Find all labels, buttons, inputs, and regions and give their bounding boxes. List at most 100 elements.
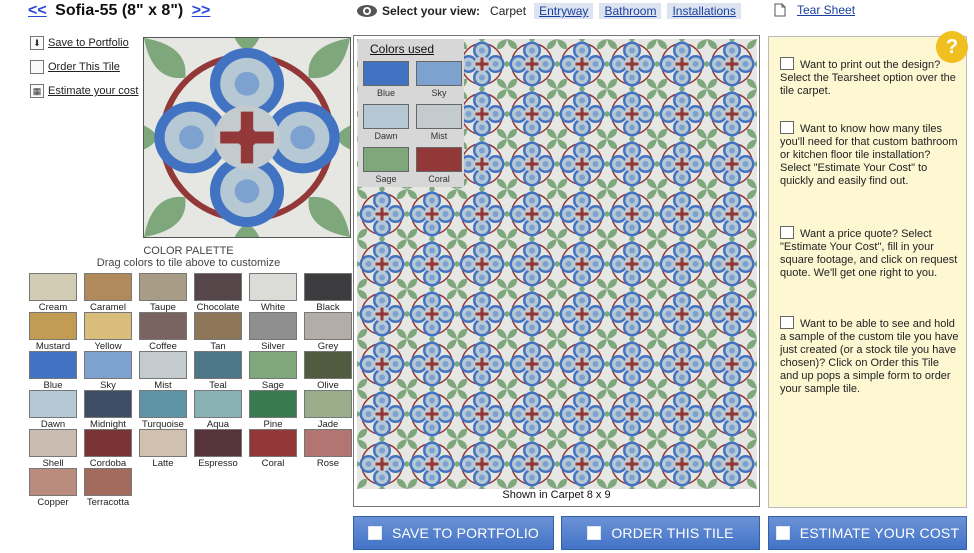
view-tab-bathroom[interactable]: Bathroom [599, 3, 662, 19]
swatch-terracotta[interactable]: Terracotta [83, 468, 133, 508]
swatch-label: Terracotta [86, 497, 130, 508]
save-to-portfolio-button-label: SAVE TO PORTFOLIO [391, 525, 540, 541]
swatch-color [194, 390, 242, 418]
color-palette-header: COLOR PALETTE Drag colors to tile above … [20, 245, 357, 269]
swatch-color [29, 390, 77, 418]
swatch-blue[interactable]: Blue [28, 351, 78, 391]
swatch-mist[interactable]: Mist [138, 351, 188, 391]
used-color-blue[interactable]: Blue [362, 61, 410, 98]
swatch-color [84, 273, 132, 301]
swatch-aqua[interactable]: Aqua [193, 390, 243, 430]
view-tab-installations[interactable]: Installations [667, 3, 741, 19]
view-tab-entryway[interactable]: Entryway [534, 3, 594, 19]
used-color-label: Coral [428, 174, 450, 184]
used-color-coral[interactable]: Coral [415, 147, 463, 184]
save-to-portfolio-button[interactable]: SAVE TO PORTFOLIO [353, 516, 554, 550]
color-palette-title: COLOR PALETTE [143, 245, 234, 257]
view-label: Select your view: [382, 4, 481, 18]
swatch-color [304, 390, 352, 418]
swatch-mustard[interactable]: Mustard [28, 312, 78, 352]
calculator-icon [775, 526, 790, 540]
swatch-olive[interactable]: Olive [303, 351, 353, 391]
swatch-latte[interactable]: Latte [138, 429, 188, 469]
swatch-yellow[interactable]: Yellow [83, 312, 133, 352]
calculator-icon: ▦ [30, 84, 44, 98]
price-quote-icon [780, 226, 794, 239]
estimate-cost-label: Estimate your cost [48, 85, 139, 97]
swatch-color [249, 429, 297, 457]
swatch-label: Latte [152, 458, 174, 469]
swatch-dawn[interactable]: Dawn [28, 390, 78, 430]
swatch-copper[interactable]: Copper [28, 468, 78, 508]
order-tile-button[interactable]: ORDER THIS TILE [561, 516, 760, 550]
tip-quote-text: Want a price quote? Select "Estimate You… [780, 228, 958, 279]
used-color-label: Dawn [374, 131, 398, 141]
swatch-color [29, 468, 77, 496]
swatch-white[interactable]: White [248, 273, 298, 313]
used-color-swatch [363, 61, 409, 86]
swatch-jade[interactable]: Jade [303, 390, 353, 430]
calculator-icon [780, 121, 794, 134]
tip-estimate-text: Want to know how many tiles you'll need … [780, 123, 958, 187]
swatch-midnight[interactable]: Midnight [83, 390, 133, 430]
swatch-color [304, 351, 352, 379]
swatch-taupe[interactable]: Taupe [138, 273, 188, 313]
used-color-mist[interactable]: Mist [415, 104, 463, 141]
save-to-portfolio-link[interactable]: ⬇ Save to Portfolio [30, 36, 129, 50]
colors-used-title[interactable]: Colors used [358, 39, 464, 56]
used-color-swatch [363, 147, 409, 172]
swatch-grey[interactable]: Grey [303, 312, 353, 352]
tip-tearsheet: Want to print out the design? Select the… [780, 57, 960, 98]
swatch-espresso[interactable]: Espresso [193, 429, 243, 469]
swatch-color [84, 429, 132, 457]
estimate-cost-link[interactable]: ▦ Estimate your cost [30, 84, 138, 98]
help-icon[interactable]: ? [936, 31, 968, 63]
swatch-color [84, 390, 132, 418]
tear-sheet-label: Tear Sheet [797, 3, 856, 17]
swatch-tan[interactable]: Tan [193, 312, 243, 352]
swatch-cream[interactable]: Cream [28, 273, 78, 313]
swatch-chocolate[interactable]: Chocolate [193, 273, 243, 313]
swatch-cordoba[interactable]: Cordoba [83, 429, 133, 469]
prev-tile-link[interactable]: << [28, 2, 47, 19]
checkbox-icon [30, 60, 44, 74]
swatch-turquoise[interactable]: Turquoise [138, 390, 188, 430]
swatch-teal[interactable]: Teal [193, 351, 243, 391]
save-to-portfolio-label: Save to Portfolio [48, 37, 129, 49]
eye-icon [357, 5, 377, 17]
swatch-sage[interactable]: Sage [248, 351, 298, 391]
carpet-caption: Shown in Carpet 8 x 9 [502, 489, 611, 501]
used-color-sage[interactable]: Sage [362, 147, 410, 184]
tile-nav: << Sofia-55 (8" x 8") >> [28, 2, 210, 20]
used-color-label: Sage [375, 174, 397, 184]
swatch-color [139, 273, 187, 301]
tip-sample-text: Want to be able to see and hold a sample… [780, 318, 959, 395]
tile-preview[interactable] [143, 37, 351, 238]
swatch-sky[interactable]: Sky [83, 351, 133, 391]
tear-sheet-link[interactable]: Tear Sheet [773, 3, 855, 17]
swatch-coffee[interactable]: Coffee [138, 312, 188, 352]
swatch-color [194, 273, 242, 301]
tip-quote: Want a price quote? Select "Estimate You… [780, 226, 960, 280]
swatch-rose[interactable]: Rose [303, 429, 353, 469]
swatch-color [249, 351, 297, 379]
next-tile-link[interactable]: >> [192, 2, 211, 19]
document-icon [780, 57, 794, 70]
swatch-silver[interactable]: Silver [248, 312, 298, 352]
swatch-shell[interactable]: Shell [28, 429, 78, 469]
estimate-cost-button[interactable]: ESTIMATE YOUR COST [768, 516, 967, 550]
swatch-color [84, 351, 132, 379]
swatch-color [139, 390, 187, 418]
used-color-sky[interactable]: Sky [415, 61, 463, 98]
colors-used-panel: Colors used Blue Sky Dawn Mist Sage Coral [358, 39, 464, 187]
swatch-coral[interactable]: Coral [248, 429, 298, 469]
used-color-dawn[interactable]: Dawn [362, 104, 410, 141]
swatch-pine[interactable]: Pine [248, 390, 298, 430]
order-tile-link[interactable]: Order This Tile [30, 60, 120, 74]
swatch-black[interactable]: Black [303, 273, 353, 313]
swatch-caramel[interactable]: Caramel [83, 273, 133, 313]
swatch-color [249, 390, 297, 418]
download-icon [367, 526, 382, 540]
swatch-color [29, 351, 77, 379]
header: << Sofia-55 (8" x 8") >> Select your vie… [0, 0, 974, 26]
